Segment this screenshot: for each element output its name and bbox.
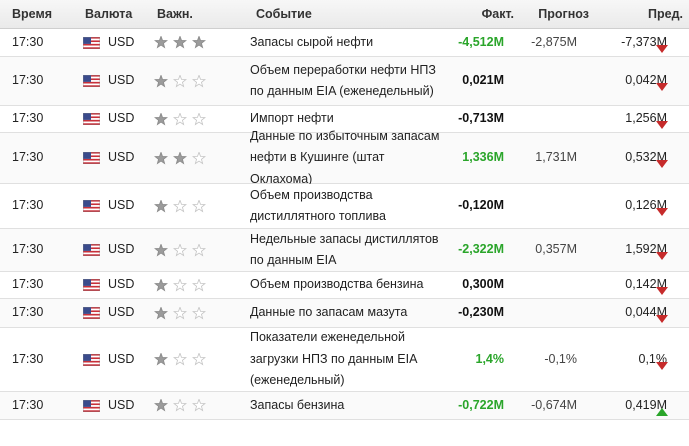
actual-value: -0,120M bbox=[458, 198, 504, 212]
event-name[interactable]: Объем производства дистиллятного топлива bbox=[250, 185, 450, 228]
currency-code: USD bbox=[108, 34, 135, 49]
event-time: 17:30 bbox=[12, 277, 44, 291]
currency-code: USD bbox=[108, 351, 135, 366]
arrow-down-icon bbox=[656, 287, 668, 295]
us-flag-icon bbox=[82, 151, 101, 165]
us-flag-icon bbox=[82, 399, 101, 412]
event-name[interactable]: Запасы бензина bbox=[250, 395, 450, 417]
event-name[interactable]: Данные по избыточным запасам нефти в Куш… bbox=[250, 126, 450, 191]
col-currency-header[interactable]: Валюта bbox=[85, 7, 132, 21]
event-time: 17:30 bbox=[12, 198, 44, 212]
arrow-down-icon bbox=[656, 252, 668, 260]
col-previous-header[interactable]: Пред. bbox=[648, 7, 683, 21]
col-actual-header[interactable]: Факт. bbox=[482, 7, 514, 21]
importance-stars bbox=[154, 35, 210, 49]
arrow-down-icon bbox=[656, 208, 668, 216]
currency-code: USD bbox=[108, 73, 135, 87]
importance-stars bbox=[154, 111, 210, 126]
event-name[interactable]: Недельные запасы дистиллятов по данным E… bbox=[250, 229, 450, 272]
table-row[interactable]: 17:30 USD Объем производства бензина 0,300M… bbox=[0, 272, 689, 299]
importance-stars bbox=[154, 352, 210, 366]
forecast-value: 1,731M bbox=[535, 150, 577, 164]
event-time: 17:30 bbox=[12, 242, 44, 256]
event-time: 17:30 bbox=[12, 351, 44, 366]
importance-stars bbox=[154, 305, 210, 320]
actual-value: -4,512M bbox=[458, 34, 504, 49]
importance-stars bbox=[154, 398, 210, 412]
forecast-value: -0,674M bbox=[531, 397, 577, 412]
event-name[interactable]: Данные по запасам мазута bbox=[250, 302, 450, 324]
actual-value: -2,322M bbox=[458, 242, 504, 256]
economic-calendar: Время Валюта Важн. Событие Факт. Прогноз… bbox=[0, 0, 689, 420]
importance-stars bbox=[154, 150, 210, 165]
table-row[interactable]: 17:30 USD Данные по запасам мазута -0,230M 0… bbox=[0, 299, 689, 328]
currency-code: USD bbox=[108, 277, 135, 291]
arrow-down-icon bbox=[656, 160, 668, 168]
actual-value: 1,4% bbox=[475, 351, 505, 366]
actual-value: 1,336M bbox=[462, 150, 504, 164]
us-flag-icon bbox=[82, 74, 101, 88]
table-row[interactable]: 17:30 USD Объем производства дистиллятного… bbox=[0, 184, 689, 229]
importance-stars bbox=[154, 242, 210, 257]
table-row[interactable]: 17:30 USD Запасы сырой нефти -4,512M -2,875M… bbox=[0, 29, 689, 57]
event-time: 17:30 bbox=[12, 305, 44, 319]
table-row[interactable]: 17:30 USD Данные по избыточным запасам неф… bbox=[0, 129, 689, 186]
us-flag-icon bbox=[82, 199, 101, 213]
forecast-value: -0,1% bbox=[544, 351, 577, 366]
event-time: 17:30 bbox=[12, 73, 44, 87]
actual-value: -0,230M bbox=[458, 305, 504, 319]
table-row[interactable]: 17:30 USD Показатели еженедельной загрузки… bbox=[0, 328, 689, 392]
arrow-down-icon bbox=[656, 83, 668, 91]
arrow-up-icon bbox=[656, 407, 668, 416]
actual-value: 0,300M bbox=[462, 277, 504, 291]
event-time: 17:30 bbox=[12, 111, 44, 125]
arrow-down-icon bbox=[656, 361, 668, 370]
currency-code: USD bbox=[108, 198, 135, 212]
currency-code: USD bbox=[108, 397, 135, 412]
actual-value: -0,722M bbox=[458, 397, 504, 412]
currency-code: USD bbox=[108, 305, 135, 319]
actual-value: -0,713M bbox=[458, 111, 504, 125]
importance-stars bbox=[154, 198, 210, 213]
table-row[interactable]: 17:30 USD Объем переработки нефти НПЗ по д… bbox=[0, 57, 689, 106]
event-name[interactable]: Показатели еженедельной загрузки НПЗ по … bbox=[250, 327, 450, 392]
table-body: 17:30 USD Запасы сырой нефти -4,512M -2,875M… bbox=[0, 29, 689, 420]
currency-code: USD bbox=[108, 242, 135, 256]
us-flag-icon bbox=[82, 278, 101, 292]
importance-stars bbox=[154, 277, 210, 292]
event-time: 17:30 bbox=[12, 34, 44, 49]
col-forecast-header[interactable]: Прогноз bbox=[538, 7, 589, 21]
table-row[interactable]: 17:30 USD Запасы бензина -0,722M -0,674M 0,41… bbox=[0, 392, 689, 420]
forecast-value: -2,875M bbox=[531, 34, 577, 49]
event-name[interactable]: Объем производства бензина bbox=[250, 274, 450, 296]
col-event-header[interactable]: Событие bbox=[256, 7, 312, 21]
arrow-down-icon bbox=[656, 121, 668, 129]
forecast-value: 0,357M bbox=[535, 242, 577, 256]
arrow-down-icon bbox=[656, 315, 668, 323]
col-importance-header[interactable]: Важн. bbox=[157, 7, 193, 21]
table-header: Время Валюта Важн. Событие Факт. Прогноз… bbox=[0, 0, 689, 29]
event-time: 17:30 bbox=[12, 397, 44, 412]
currency-code: USD bbox=[108, 111, 135, 125]
us-flag-icon bbox=[82, 353, 101, 366]
us-flag-icon bbox=[82, 112, 101, 126]
us-flag-icon bbox=[82, 306, 101, 320]
currency-code: USD bbox=[108, 150, 135, 164]
us-flag-icon bbox=[82, 243, 101, 257]
us-flag-icon bbox=[82, 36, 101, 49]
event-time: 17:30 bbox=[12, 150, 44, 164]
table-row[interactable]: 17:30 USD Недельные запасы дистиллятов по … bbox=[0, 229, 689, 272]
arrow-down-icon bbox=[656, 44, 668, 53]
event-name[interactable]: Запасы сырой нефти bbox=[250, 32, 450, 54]
col-time-header[interactable]: Время bbox=[12, 7, 52, 21]
importance-stars bbox=[154, 73, 210, 88]
actual-value: 0,021M bbox=[462, 73, 504, 87]
event-name[interactable]: Объем переработки нефти НПЗ по данным EI… bbox=[250, 60, 450, 103]
